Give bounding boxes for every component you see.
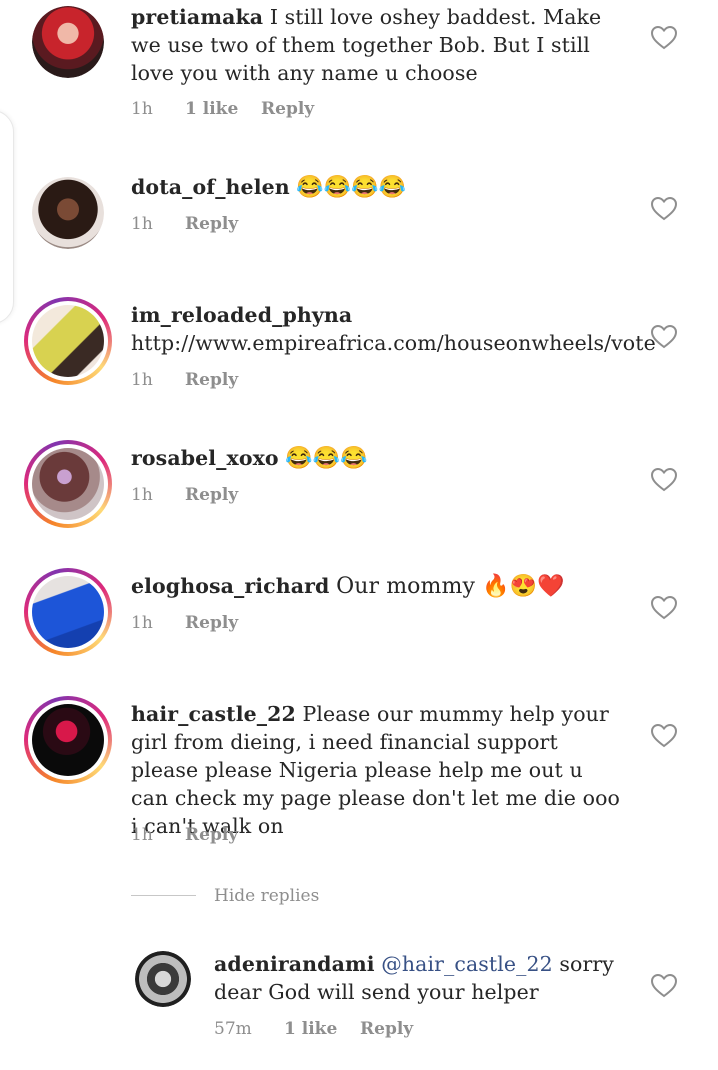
- avatar: [32, 704, 104, 776]
- like-count[interactable]: 1 like: [185, 99, 238, 119]
- heart-outline-icon[interactable]: [651, 325, 677, 349]
- heart-outline-icon[interactable]: [651, 724, 677, 748]
- avatar: [32, 448, 104, 520]
- reply-button[interactable]: Reply: [185, 825, 238, 845]
- reply-button[interactable]: Reply: [185, 613, 238, 633]
- comment-time: 1h: [131, 613, 153, 633]
- comment-username[interactable]: rosabel_xoxo: [131, 446, 279, 470]
- reply-button[interactable]: Reply: [185, 485, 238, 505]
- heart-outline-icon[interactable]: [651, 974, 677, 998]
- comment-username[interactable]: adenirandami: [214, 952, 375, 976]
- reply-button[interactable]: Reply: [185, 370, 238, 390]
- heart-outline-icon[interactable]: [651, 596, 677, 620]
- comment-text: Our mommy 🔥😍❤️: [336, 574, 565, 599]
- mention-link[interactable]: @hair_castle_22: [381, 952, 553, 976]
- avatar: [32, 305, 104, 377]
- avatar[interactable]: [135, 951, 191, 1007]
- comment-time: 1h: [131, 370, 153, 390]
- comment-time: 1h: [131, 99, 153, 119]
- avatar: [32, 576, 104, 648]
- avatar-story-ring[interactable]: [24, 568, 112, 656]
- like-count[interactable]: 1 like: [284, 1019, 337, 1039]
- avatar[interactable]: [32, 177, 104, 249]
- reply-button[interactable]: Reply: [360, 1019, 413, 1039]
- avatar[interactable]: [32, 6, 104, 78]
- comment-time: 1h: [131, 825, 153, 845]
- heart-outline-icon[interactable]: [651, 197, 677, 221]
- avatar-story-ring[interactable]: [24, 297, 112, 385]
- comment-time: 1h: [131, 214, 153, 234]
- side-panel-edge[interactable]: [0, 110, 14, 324]
- hide-replies-divider: [131, 895, 196, 896]
- comments-screen: pretiamaka I still love oshey baddest. M…: [0, 0, 718, 1070]
- comment-text: 😂😂😂😂: [296, 175, 407, 200]
- reply-button[interactable]: Reply: [261, 99, 314, 119]
- comment-username[interactable]: dota_of_helen: [131, 175, 290, 199]
- comment-username[interactable]: im_reloaded_phyna: [131, 303, 352, 327]
- hide-replies-button[interactable]: Hide replies: [214, 886, 319, 906]
- comment-username[interactable]: hair_castle_22: [131, 702, 296, 726]
- heart-outline-icon[interactable]: [651, 26, 677, 50]
- heart-outline-icon[interactable]: [651, 468, 677, 492]
- comment-time: 1h: [131, 485, 153, 505]
- avatar-story-ring[interactable]: [24, 440, 112, 528]
- comment-username[interactable]: pretiamaka: [131, 5, 263, 29]
- comment-username[interactable]: eloghosa_richard: [131, 574, 329, 598]
- avatar-story-ring[interactable]: [24, 696, 112, 784]
- comment-text: 😂😂😂: [285, 446, 368, 471]
- reply-button[interactable]: Reply: [185, 214, 238, 234]
- comment-time: 57m: [214, 1019, 252, 1039]
- comment-text[interactable]: http://www.empireafrica.com/houseonwheel…: [131, 331, 656, 355]
